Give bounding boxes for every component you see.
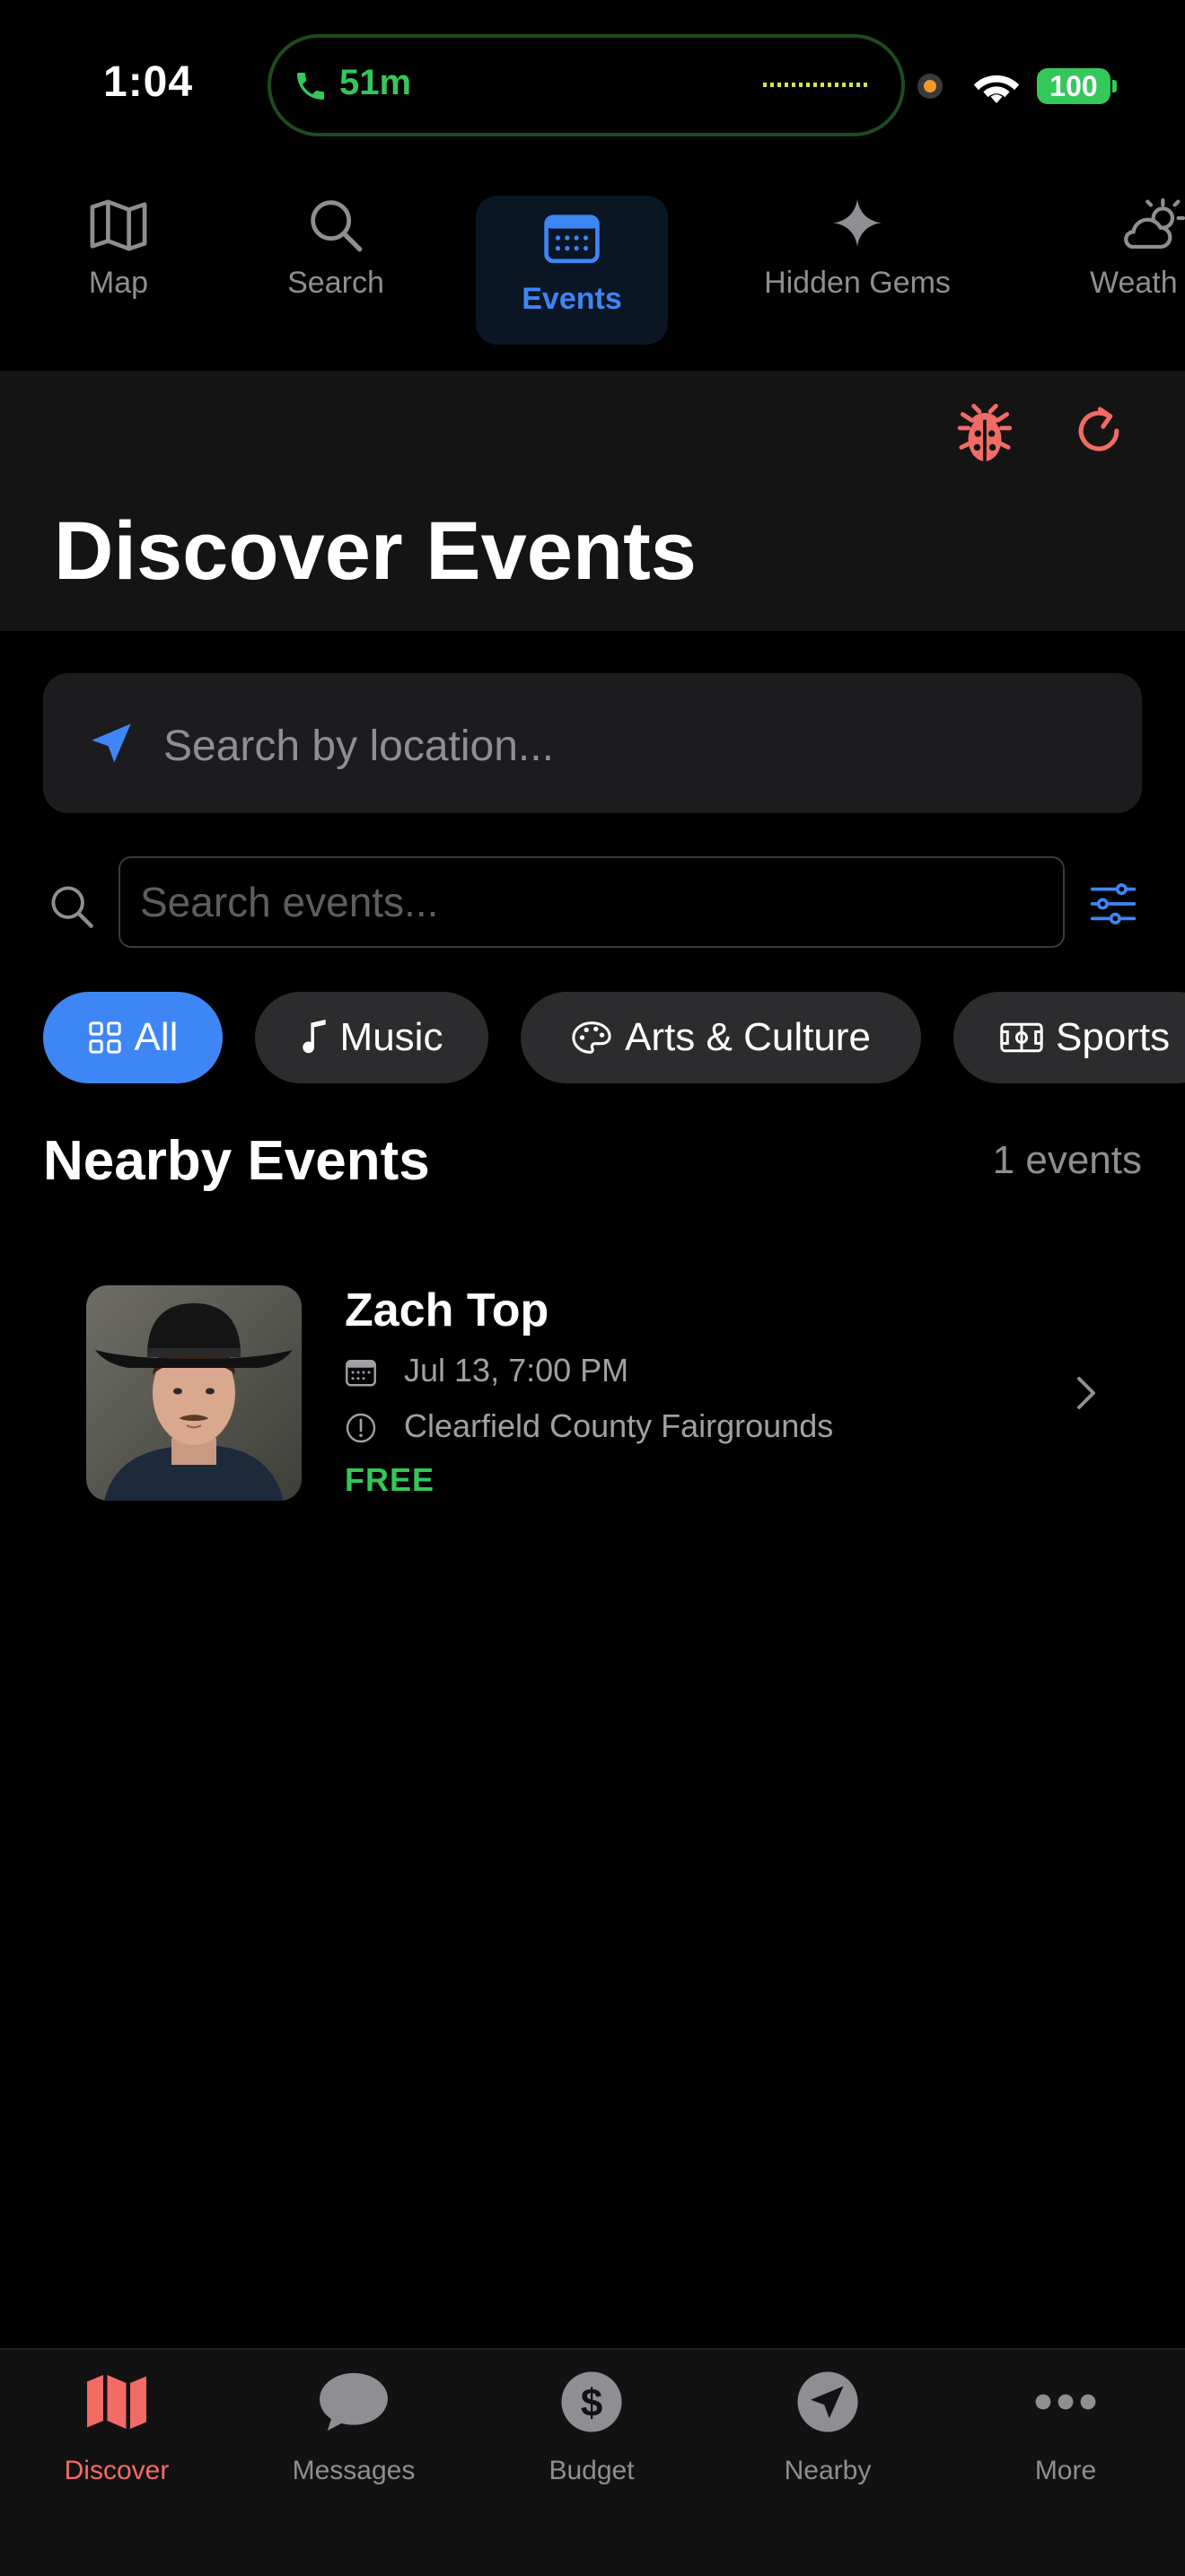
audio-waveform-icon: [763, 83, 869, 87]
location-pin-icon: [345, 1412, 377, 1444]
page-title: Discover Events: [54, 505, 697, 597]
tab-map[interactable]: Map: [47, 194, 190, 346]
sparkle-icon: [745, 194, 970, 257]
tab-weather[interactable]: Weath: [1086, 194, 1185, 346]
tab-search[interactable]: Search: [262, 194, 409, 346]
svg-text:$: $: [581, 2381, 602, 2425]
mic-in-use-indicator: [917, 74, 943, 99]
refresh-button[interactable]: [1068, 399, 1129, 463]
cloud-sun-icon: [1086, 194, 1185, 257]
bottom-tab-more-label: More: [1034, 2456, 1097, 2485]
section-title: Nearby Events: [43, 1130, 430, 1192]
bottom-tab-budget-label: Budget: [549, 2456, 635, 2485]
search-icon: [48, 883, 95, 930]
event-thumbnail: [86, 1285, 302, 1501]
bottom-tab-messages[interactable]: Messages: [264, 2366, 443, 2486]
chip-arts-culture[interactable]: Arts & Culture: [521, 992, 921, 1083]
wifi-icon: [971, 68, 1022, 106]
battery-indicator: 100: [1037, 68, 1110, 104]
status-time: 1:04: [103, 58, 194, 106]
tab-map-label: Map: [88, 266, 149, 300]
chip-all[interactable]: All: [43, 992, 223, 1083]
filter-button[interactable]: [1088, 881, 1138, 926]
tab-events-label: Events: [522, 282, 622, 316]
location-arrow-icon: [738, 2366, 917, 2438]
grid-icon: [88, 1021, 121, 1054]
chip-music[interactable]: Music: [255, 992, 488, 1083]
battery-tip: [1112, 80, 1117, 92]
dollar-icon: $: [502, 2366, 681, 2438]
chip-arts-label: Arts & Culture: [625, 1015, 871, 1059]
chip-music-label: Music: [339, 1015, 443, 1059]
bottom-tab-nearby[interactable]: Nearby: [738, 2366, 917, 2486]
more-dots-icon: [976, 2366, 1155, 2438]
events-count: 1 events: [992, 1138, 1142, 1182]
music-note-icon: [302, 1020, 326, 1054]
map-icon: [47, 194, 190, 257]
tab-hidden-gems-label: Hidden Gems: [764, 266, 951, 300]
event-search-input[interactable]: [118, 856, 1065, 948]
chat-bubble-icon: [264, 2366, 443, 2438]
stadium-icon: [1000, 1022, 1043, 1053]
search-icon: [262, 194, 409, 257]
chip-sports-label: Sports: [1056, 1015, 1171, 1059]
sliders-icon: [1090, 883, 1137, 924]
chevron-right-icon: [1074, 1373, 1099, 1413]
chip-sports[interactable]: Sports: [953, 992, 1185, 1083]
bottom-tab-budget[interactable]: $ Budget: [502, 2366, 681, 2486]
event-title: Zach Top: [345, 1284, 549, 1336]
calendar-icon: [476, 196, 668, 273]
calendar-icon: [345, 1357, 377, 1388]
event-price: FREE: [345, 1461, 435, 1498]
debug-button[interactable]: [952, 395, 1018, 467]
tab-weather-label: Weath: [1090, 266, 1178, 300]
event-date: Jul 13, 7:00 PM: [404, 1352, 629, 1389]
bug-icon: [957, 403, 1013, 461]
phone-icon: [293, 66, 329, 106]
bottom-tab-messages-label: Messages: [292, 2456, 416, 2485]
bottom-tab-more[interactable]: More: [976, 2366, 1155, 2486]
bottom-tab-nearby-label: Nearby: [784, 2456, 872, 2485]
palette-icon: [572, 1021, 611, 1054]
tab-hidden-gems[interactable]: Hidden Gems: [745, 194, 970, 346]
chip-all-label: All: [134, 1015, 179, 1059]
event-venue: Clearfield County Fairgrounds: [404, 1407, 834, 1444]
call-duration: 51m: [339, 63, 412, 102]
bottom-tab-discover[interactable]: Discover: [27, 2366, 206, 2486]
map-fold-icon: [27, 2366, 206, 2438]
location-search-input[interactable]: [162, 709, 1117, 783]
bottom-tab-discover-label: Discover: [64, 2456, 170, 2485]
tab-search-label: Search: [287, 266, 384, 300]
location-arrow-icon: [88, 720, 135, 767]
refresh-icon: [1078, 407, 1119, 451]
tab-events[interactable]: Events: [476, 196, 668, 345]
